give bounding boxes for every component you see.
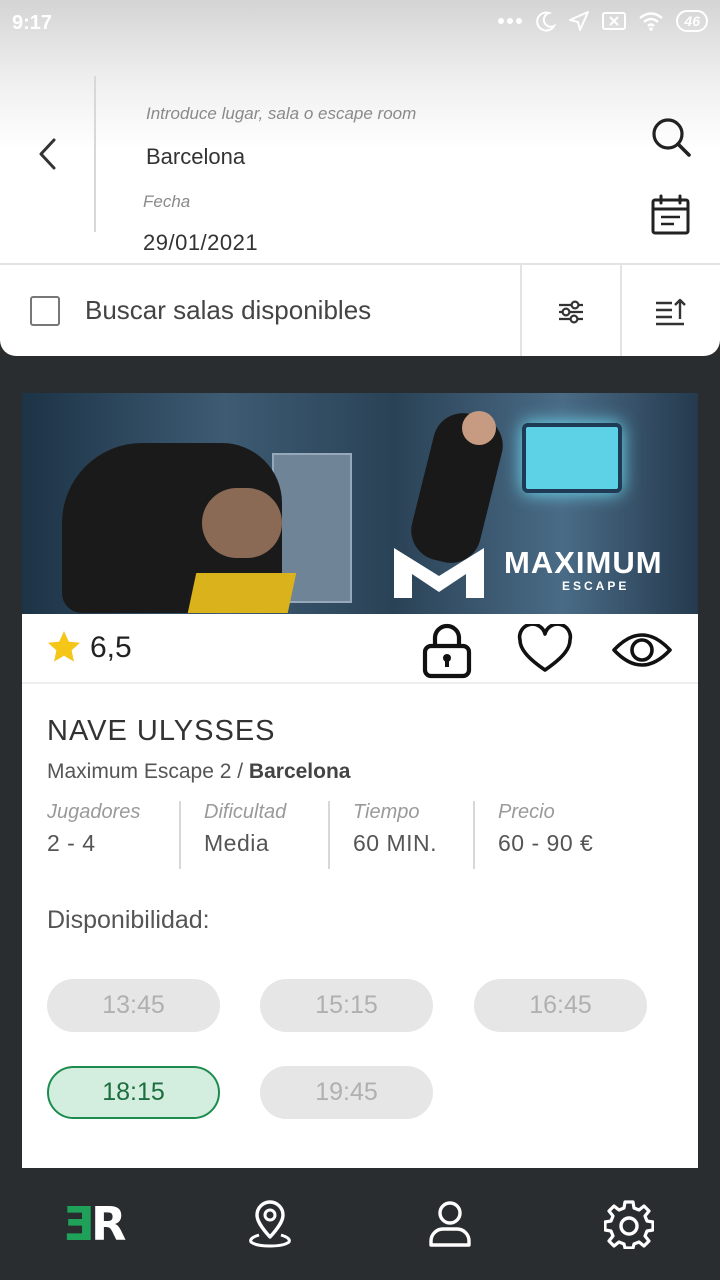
time-slot[interactable]: 13:45 xyxy=(47,979,220,1032)
status-icons: 46 xyxy=(498,10,708,32)
nav-settings[interactable] xyxy=(599,1196,659,1252)
rating-value: 6,5 xyxy=(90,631,132,664)
room-city: Barcelona xyxy=(248,760,351,783)
back-button[interactable] xyxy=(26,132,70,176)
status-time: 9:17 xyxy=(12,12,53,34)
stat-divider xyxy=(179,801,181,869)
date-label: Fecha xyxy=(143,192,191,211)
nav-home[interactable]: ƎR xyxy=(58,1196,128,1252)
stat-price: Precio 60 - 90 € xyxy=(498,801,593,869)
stat-players: Jugadores 2 - 4 xyxy=(47,801,140,869)
bottom-navigation: ƎR xyxy=(0,1168,720,1280)
map-pin-icon xyxy=(249,1200,291,1248)
header-divider xyxy=(94,76,96,232)
place-search-hint: Introduce lugar, sala o escape room xyxy=(146,104,417,123)
room-stats: Jugadores 2 - 4 Dificultad Media Tiempo … xyxy=(22,801,698,869)
lock-icon xyxy=(422,623,472,679)
lock-button[interactable] xyxy=(418,620,476,680)
stat-difficulty-label: Dificultad xyxy=(204,801,287,823)
date-input[interactable]: 29/01/2021 xyxy=(143,230,258,256)
battery-icon: 46 xyxy=(676,10,708,32)
view-button[interactable] xyxy=(610,626,674,674)
stat-price-value: 60 - 90 € xyxy=(498,830,594,856)
room-company-location: Maximum Escape 2 / Barcelona xyxy=(47,760,350,784)
place-search-input[interactable]: Barcelona xyxy=(146,144,245,170)
sort-button[interactable] xyxy=(620,265,720,356)
stat-difficulty: Dificultad Media xyxy=(204,801,286,869)
company-city-separator: / xyxy=(231,760,249,783)
nav-map[interactable] xyxy=(240,1196,300,1252)
chevron-left-icon xyxy=(39,138,56,170)
calendar-button[interactable] xyxy=(648,192,694,238)
time-slot[interactable]: 19:45 xyxy=(260,1066,433,1119)
filter-bar: Buscar salas disponibles xyxy=(0,263,720,356)
room-company: Maximum Escape 2 xyxy=(47,760,232,783)
availability-label: Disponibilidad: xyxy=(47,906,210,934)
logo-letter-r: R xyxy=(91,1197,126,1251)
stat-players-label: Jugadores xyxy=(47,801,141,823)
heart-icon xyxy=(517,622,573,672)
dots-icon xyxy=(498,18,523,24)
star-icon xyxy=(48,631,80,662)
location-arrow-icon xyxy=(569,11,590,31)
maximum-logo-icon xyxy=(394,548,484,598)
room-card[interactable]: MAXIMUM ESCAPE 6,5 NAVE ULYSSES Maximum … xyxy=(22,393,698,1168)
stat-price-label: Precio xyxy=(498,801,555,823)
room-title: NAVE ULYSSES xyxy=(47,715,276,747)
available-rooms-label[interactable]: Buscar salas disponibles xyxy=(85,295,371,326)
settings-gear-icon xyxy=(604,1200,654,1249)
status-bar: 9:17 46 xyxy=(0,0,720,48)
time-slot[interactable]: 15:15 xyxy=(260,979,433,1032)
stat-time-value: 60 MIN. xyxy=(353,830,438,856)
home-logo: ƎR xyxy=(63,1201,127,1247)
rating-row: 6,5 xyxy=(22,614,698,684)
search-icon xyxy=(652,118,691,157)
sim-off-icon xyxy=(602,12,627,30)
brand-logo-subtext: ESCAPE xyxy=(562,579,630,593)
room-hero-image[interactable]: MAXIMUM ESCAPE xyxy=(22,393,698,614)
available-rooms-checkbox[interactable] xyxy=(30,296,60,326)
stat-divider xyxy=(328,801,330,869)
stat-players-value: 2 - 4 xyxy=(47,830,96,856)
favorite-button[interactable] xyxy=(516,622,574,676)
filter-sliders-icon xyxy=(559,299,583,324)
logo-letter-e: Ǝ xyxy=(62,1197,94,1251)
user-icon xyxy=(429,1201,471,1247)
stat-difficulty-value: Media xyxy=(204,830,270,856)
brand-logo-text: MAXIMUM xyxy=(504,545,663,580)
moon-icon xyxy=(536,11,557,32)
search-button[interactable] xyxy=(648,114,694,160)
time-slot-selected[interactable]: 18:15 xyxy=(47,1066,220,1119)
stat-divider xyxy=(473,801,475,869)
time-slot[interactable]: 16:45 xyxy=(474,979,647,1032)
stat-time: Tiempo 60 MIN. xyxy=(353,801,437,869)
calendar-icon xyxy=(651,194,690,235)
filter-button[interactable] xyxy=(520,265,620,356)
eye-icon xyxy=(612,633,672,667)
wifi-icon xyxy=(639,12,664,31)
search-header: 9:17 46 Introduce lugar, sala o escape r… xyxy=(0,0,720,356)
sort-icon xyxy=(656,298,686,325)
stat-time-label: Tiempo xyxy=(353,801,420,823)
nav-profile[interactable] xyxy=(420,1196,480,1252)
